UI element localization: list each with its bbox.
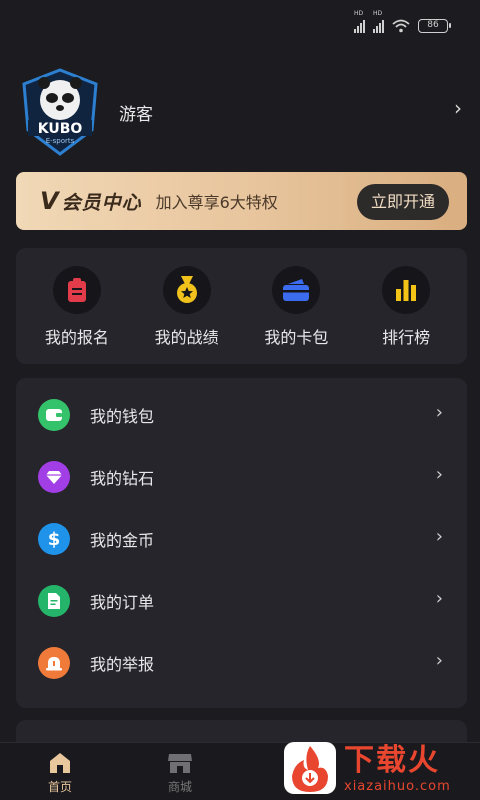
status-bar: HD HD 86 <box>0 0 480 52</box>
bar-chart-icon <box>382 266 431 314</box>
profile-header[interactable]: KUBO E-sports 游客 › <box>18 66 462 158</box>
clipboard-icon <box>52 266 101 314</box>
hd-label: HD <box>373 10 383 17</box>
avatar[interactable]: KUBO E-sports <box>18 68 102 156</box>
signal-icon: HD <box>373 10 384 33</box>
diamond-icon <box>38 461 70 493</box>
flame-logo-icon <box>284 742 336 794</box>
quick-item-registration[interactable]: 我的报名 <box>27 266 127 364</box>
chevron-right-icon: › <box>435 526 443 547</box>
menu-label: 我的订单 <box>90 593 155 612</box>
menu-item-diamond[interactable]: 我的钻石 › <box>16 446 467 508</box>
medal-icon <box>162 266 211 314</box>
quick-item-card-wallet[interactable]: 我的卡包 <box>246 266 346 364</box>
signal-icon: HD <box>354 10 365 33</box>
vip-logo: V 会员中心 <box>40 187 142 215</box>
wifi-icon <box>392 19 410 33</box>
menu-list: 我的钱包 › 我的钻石 › $ 我的金币 › 我的订单 › 我的举报 › <box>16 378 467 708</box>
watermark-url: xiazaihuo.com <box>344 778 451 794</box>
menu-label: 我的举报 <box>90 655 155 674</box>
menu-label: 我的钱包 <box>90 407 155 426</box>
watermark-logo: 下载火 xiazaihuo.com <box>282 736 480 800</box>
hd-label: HD <box>354 10 364 17</box>
vip-open-button[interactable]: 立即开通 <box>356 184 449 220</box>
menu-label: 我的钻石 <box>90 469 155 488</box>
quick-label: 排行榜 <box>382 328 431 347</box>
quick-item-leaderboard[interactable]: 排行榜 <box>356 266 456 364</box>
battery-indicator: 86 <box>418 19 451 33</box>
vip-banner[interactable]: V 会员中心 加入尊享6大特权 立即开通 <box>16 172 467 230</box>
chevron-right-icon[interactable]: › <box>454 96 462 120</box>
quick-label: 我的卡包 <box>264 328 329 347</box>
menu-item-orders[interactable]: 我的订单 › <box>16 570 467 632</box>
vip-description: 加入尊享6大特权 <box>155 193 278 212</box>
menu-item-wallet[interactable]: 我的钱包 › <box>16 384 467 446</box>
tab-store[interactable]: 商城 <box>120 743 240 800</box>
wallet-icon <box>38 399 70 431</box>
quick-label: 我的战绩 <box>154 328 219 347</box>
tab-label: 商城 <box>167 780 192 794</box>
menu-label: 我的金币 <box>90 531 155 550</box>
tab-label: 首页 <box>47 780 72 794</box>
document-icon <box>38 585 70 617</box>
store-icon <box>168 754 192 773</box>
card-wallet-icon <box>272 266 321 314</box>
dollar-icon: $ <box>38 523 70 555</box>
tab-home[interactable]: 首页 <box>0 743 120 800</box>
home-icon <box>50 753 70 773</box>
quick-actions: 我的报名 我的战绩 我的卡包 排行榜 <box>16 248 467 364</box>
svg-text:KUBO: KUBO <box>38 121 83 137</box>
svg-text:E-sports: E-sports <box>46 137 75 145</box>
menu-item-report[interactable]: 我的举报 › <box>16 632 467 694</box>
watermark-text: 下载火 <box>344 742 440 778</box>
menu-item-coins[interactable]: $ 我的金币 › <box>16 508 467 570</box>
quick-item-record[interactable]: 我的战绩 <box>137 266 237 364</box>
quick-label: 我的报名 <box>44 328 109 347</box>
chevron-right-icon: › <box>435 464 443 485</box>
alarm-icon <box>38 647 70 679</box>
chevron-right-icon: › <box>435 650 443 671</box>
chevron-right-icon: › <box>435 588 443 609</box>
chevron-right-icon: › <box>435 402 443 423</box>
username: 游客 <box>119 104 153 125</box>
